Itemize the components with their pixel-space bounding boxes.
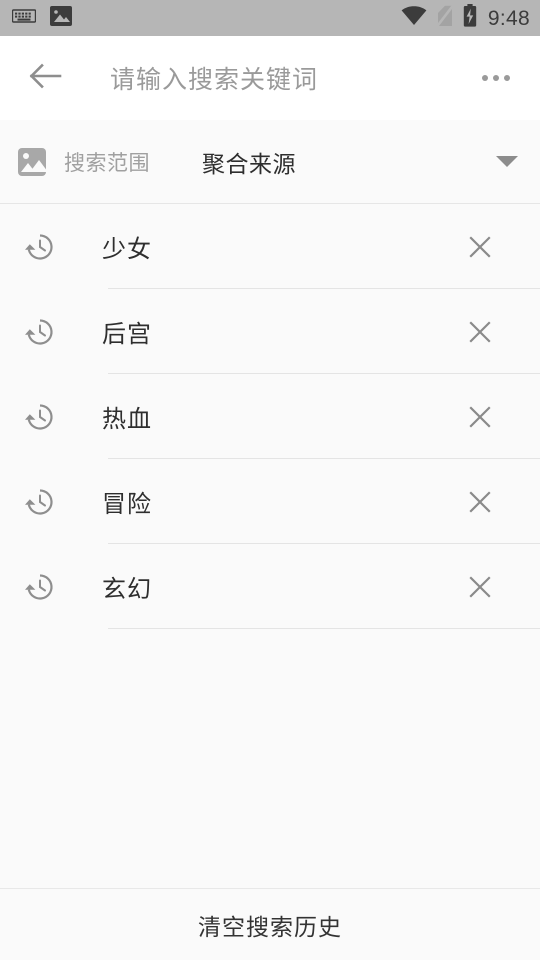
back-arrow-icon <box>29 62 63 95</box>
wifi-icon <box>401 5 427 31</box>
list-item[interactable]: 冒险 <box>0 459 540 544</box>
list-item[interactable]: 少女 <box>0 204 540 289</box>
overflow-dot <box>493 75 499 81</box>
more-vert-icon[interactable] <box>472 54 520 102</box>
history-icon <box>22 399 58 435</box>
history-item-label: 少女 <box>102 236 152 263</box>
image-placeholder-icon <box>18 147 46 176</box>
back-button[interactable] <box>22 54 70 102</box>
battery-charging-icon <box>463 4 477 32</box>
keyboard-icon <box>11 8 37 29</box>
status-bar: 9:48 <box>0 0 540 36</box>
list-item[interactable]: 玄幻 <box>0 544 540 629</box>
status-bar-right-icons: 9:48 <box>401 4 530 32</box>
app-bar: 请输入搜索关键词 <box>0 36 540 120</box>
close-icon[interactable] <box>460 397 500 437</box>
status-bar-left-icons <box>11 5 72 32</box>
history-icon <box>22 569 58 605</box>
divider <box>108 628 540 629</box>
clear-search-history-button[interactable]: 清空搜索历史 <box>0 889 540 960</box>
history-item-label: 后宫 <box>102 321 152 348</box>
search-scope-row[interactable]: 搜索范围 聚合来源 <box>0 120 540 204</box>
caret-down-icon[interactable] <box>496 156 518 167</box>
close-icon[interactable] <box>460 312 500 352</box>
overflow-dot <box>482 75 488 81</box>
close-icon[interactable] <box>460 482 500 522</box>
history-item-label: 热血 <box>102 406 152 433</box>
history-item-label: 玄幻 <box>102 576 152 603</box>
no-sim-icon <box>435 4 454 32</box>
overflow-dot <box>504 75 510 81</box>
search-history-list: 少女 后宫 热血 冒险 玄幻 <box>0 204 540 888</box>
history-icon <box>22 484 58 520</box>
close-icon[interactable] <box>460 567 500 607</box>
history-icon <box>22 314 58 350</box>
image-icon <box>50 5 72 32</box>
search-scope-label: 搜索范围 <box>64 151 150 175</box>
list-item[interactable]: 后宫 <box>0 289 540 374</box>
close-icon[interactable] <box>460 227 500 267</box>
history-icon <box>22 229 58 265</box>
history-item-label: 冒险 <box>102 491 152 518</box>
search-scope-value[interactable]: 聚合来源 <box>202 145 496 179</box>
status-bar-clock: 9:48 <box>487 6 530 30</box>
app-screen: 9:48 请输入搜索关键词 搜索范围 聚合来源 少女 后宫 热血 冒险 玄幻 清… <box>0 0 540 960</box>
search-input[interactable]: 请输入搜索关键词 <box>110 60 472 96</box>
list-item[interactable]: 热血 <box>0 374 540 459</box>
